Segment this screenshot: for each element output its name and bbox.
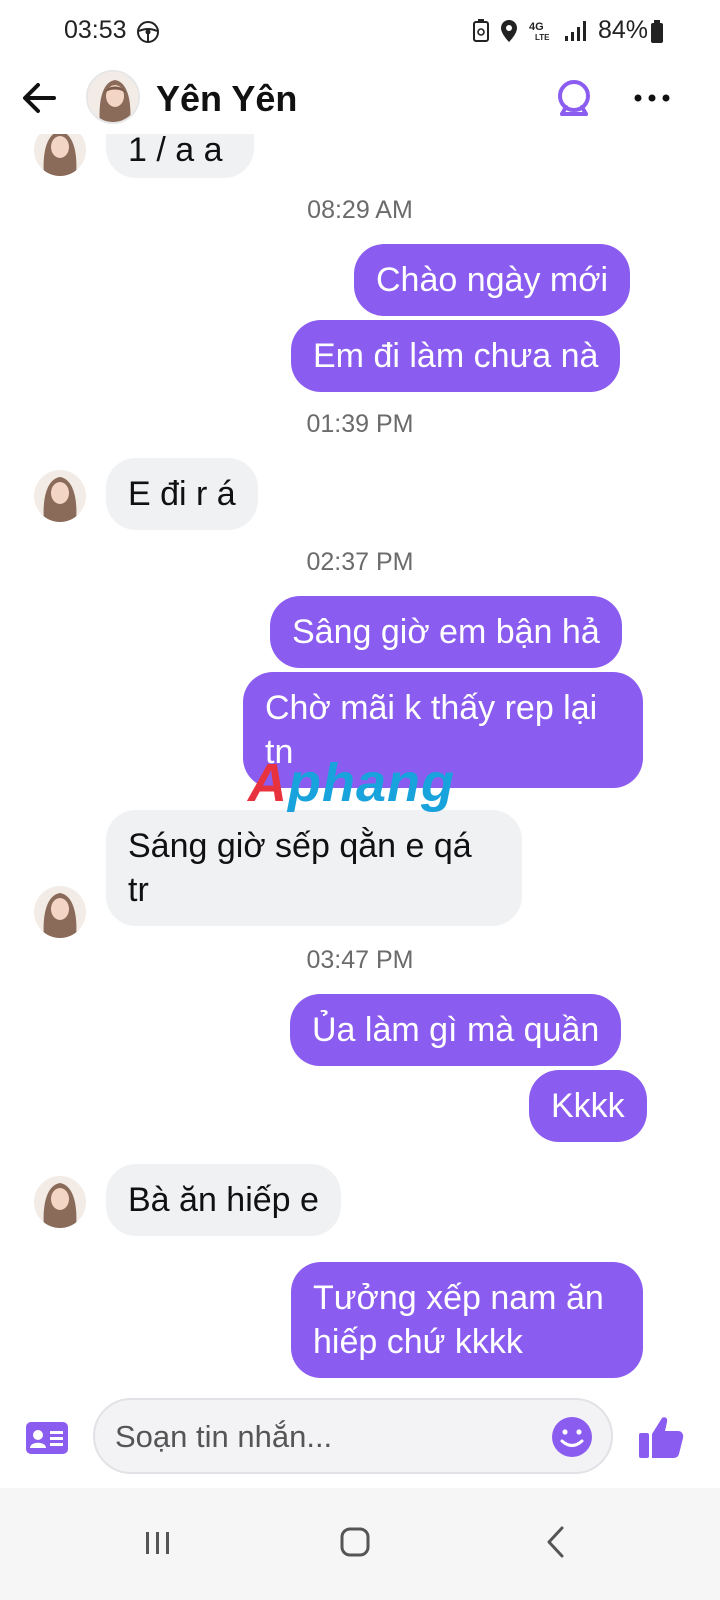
svg-text:4G: 4G [529,21,544,33]
incoming-message[interactable]: 1 / a a [106,134,254,178]
timestamp: 08:29 AM [307,196,413,224]
message-text: Bà ăn hiếp e [128,1181,319,1219]
outgoing-message[interactable]: Kkkk [529,1070,647,1142]
recycle-icon [472,18,489,42]
outgoing-message[interactable]: Ủa làm gì mà quần [290,994,622,1066]
system-nav-bar [0,1488,720,1600]
battery-percent: 84% [597,16,648,44]
message-text: Chào ngày mới [376,261,609,299]
message-text-line: tr [128,871,149,909]
driving-mode-icon [136,20,160,44]
outgoing-message[interactable]: Chào ngày mới [354,244,631,316]
message-text: Kkkk [551,1087,625,1125]
contact-avatar[interactable] [86,70,140,124]
status-bar: 03:53 4G LTE 84% [0,0,720,62]
emoji-button[interactable] [551,1416,593,1458]
outgoing-message[interactable]: Sâng giờ em bận hả [270,596,622,668]
recent-apps-icon [146,1532,169,1554]
location-icon [500,19,517,42]
timestamp: 01:39 PM [306,410,414,438]
video-call-icon [558,80,590,116]
video-call-button[interactable] [552,76,596,120]
battery-icon [650,20,664,49]
status-icons: 4G LTE 84% [472,16,648,45]
more-options-icon [634,94,670,102]
message-text-line: Chờ mãi k thấy rep lại [265,689,598,727]
emoji-icon [552,1417,592,1457]
message-text-line: Tưởng xếp nam ăn [313,1279,604,1317]
contact-card-icon [26,1422,68,1454]
outgoing-message[interactable]: Em đi làm chưa nà [291,320,621,392]
network-4g-icon: 4GLTE [529,21,550,42]
sender-avatar[interactable] [34,1176,86,1228]
sender-avatar[interactable] [34,470,86,522]
chevron-left-icon [547,1526,564,1558]
back-button[interactable] [18,76,62,120]
sender-avatar[interactable] [34,886,86,938]
thumbs-up-icon [639,1417,684,1458]
incoming-message[interactable]: E đi r á [106,458,258,530]
home-button[interactable] [337,1524,373,1560]
svg-text:LTE: LTE [535,33,550,42]
message-text: Ủa làm gì mà quần [312,1011,600,1049]
home-icon [340,1527,370,1557]
system-back-button[interactable] [538,1524,574,1560]
contact-name[interactable]: Yên Yên [156,78,297,120]
timestamp: 03:47 PM [306,946,414,974]
message-input[interactable] [115,1414,535,1460]
sender-avatar[interactable] [34,134,86,176]
back-arrow-icon [23,83,56,113]
more-options-button[interactable] [630,76,674,120]
recent-apps-button[interactable] [142,1526,174,1558]
like-button[interactable] [636,1412,686,1462]
timestamp: 02:37 PM [306,548,414,576]
message-text: Sâng giờ em bận hả [292,613,600,651]
contact-card-button[interactable] [24,1418,70,1458]
incoming-message[interactable]: Sáng giờ sếp qằn e qá tr [106,810,522,926]
message-text-line: hiếp chứ kkkk [313,1323,523,1361]
message-text: Em đi làm chưa nà [313,337,599,375]
message-text-line: Sáng giờ sếp qằn e qá [128,827,472,865]
chat-header: Yên Yên [0,62,720,134]
outgoing-message[interactable]: Tưởng xếp nam ăn hiếp chứ kkkk [291,1262,643,1378]
watermark-logo: Aphang [248,753,455,813]
message-text: E đi r á [128,475,236,513]
signal-icon [564,20,586,41]
message-text: 1 / a a [128,134,223,169]
status-time: 03:53 [64,16,127,44]
composer-bar [0,1398,720,1486]
message-input-container[interactable] [93,1398,613,1474]
incoming-message[interactable]: Bà ăn hiếp e [106,1164,341,1236]
